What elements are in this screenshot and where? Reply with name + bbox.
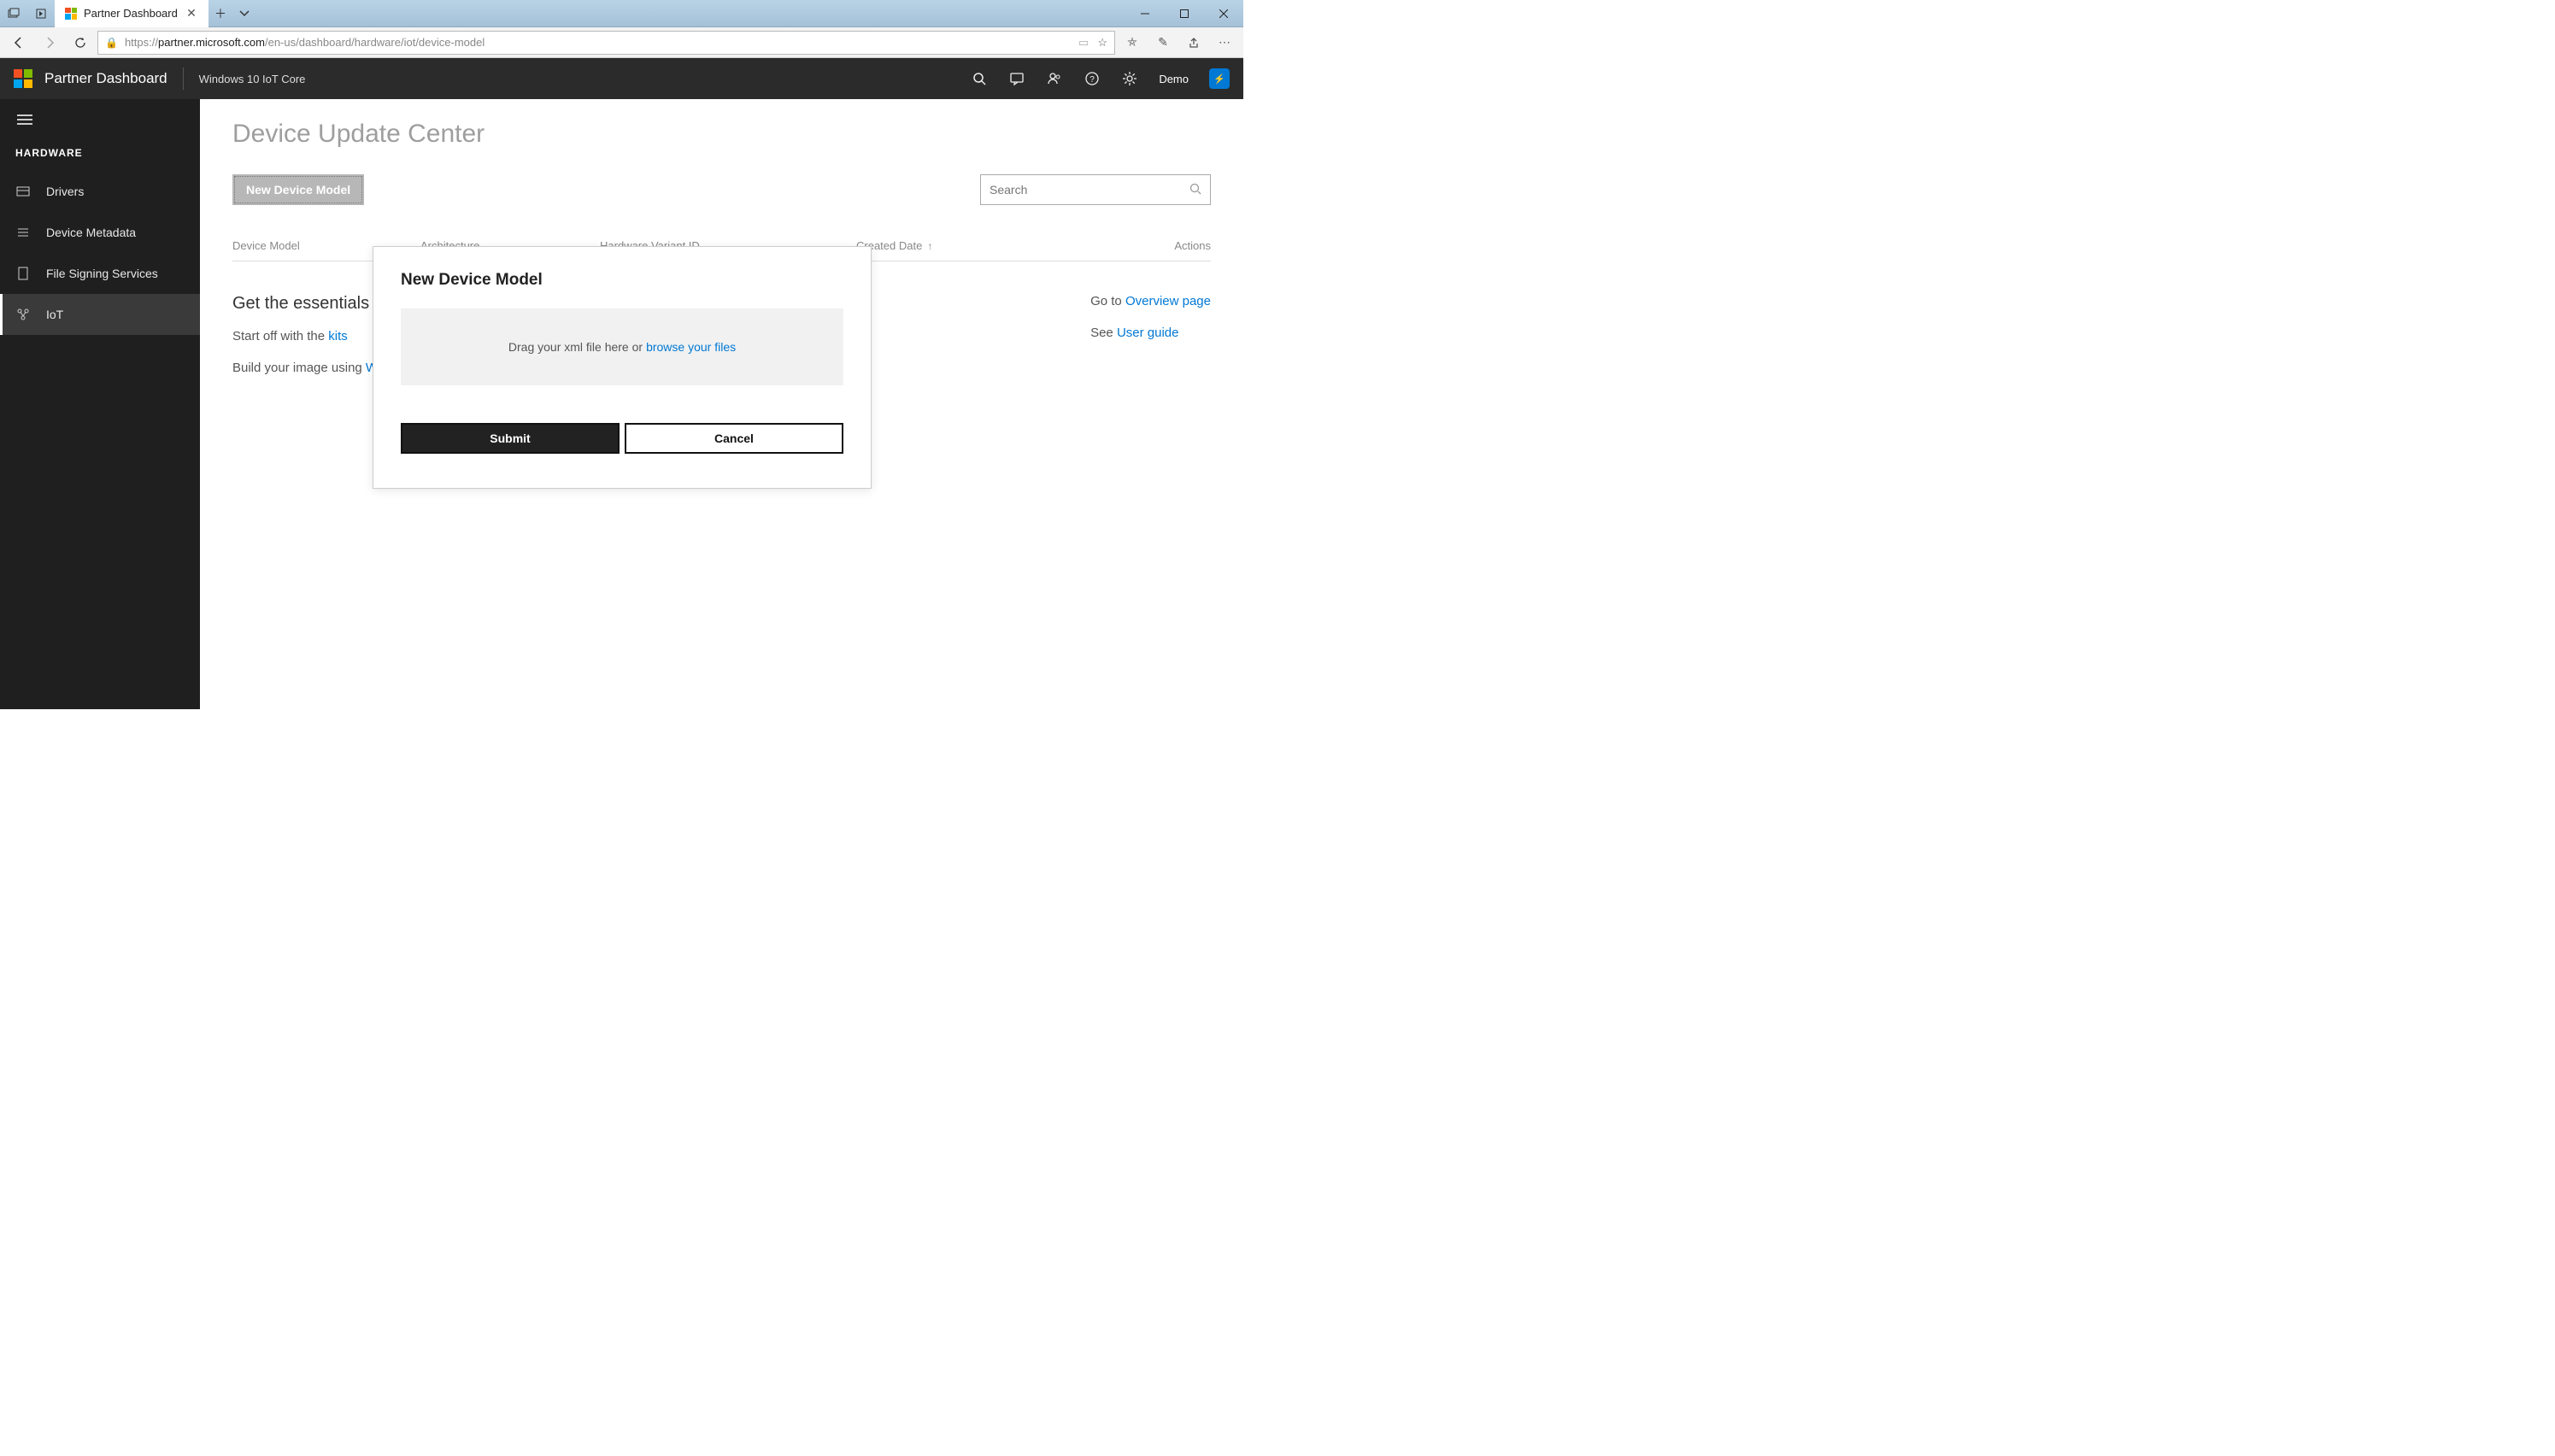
maximize-button[interactable]: [1165, 0, 1204, 27]
svg-text:?: ?: [1090, 75, 1095, 85]
new-tab-button[interactable]: ＋: [209, 2, 232, 26]
search-icon[interactable]: [971, 70, 988, 87]
sidebar-section-title: HARDWARE: [0, 140, 200, 171]
submit-button[interactable]: Submit: [401, 423, 620, 454]
sidebar-item-device-metadata[interactable]: Device Metadata: [0, 212, 200, 253]
minimize-button[interactable]: [1125, 0, 1165, 27]
close-window-button[interactable]: [1204, 0, 1243, 27]
header-divider: [183, 68, 184, 90]
notes-icon[interactable]: ✎: [1149, 29, 1177, 56]
tab-close-icon[interactable]: ✕: [185, 6, 198, 21]
tab-title: Partner Dashboard: [84, 7, 178, 20]
browser-tab[interactable]: Partner Dashboard ✕: [55, 0, 209, 27]
sidebar-item-file-signing[interactable]: File Signing Services: [0, 253, 200, 294]
avatar[interactable]: ⚡: [1209, 68, 1230, 89]
browse-files-link[interactable]: browse your files: [646, 340, 736, 354]
hamburger-button[interactable]: [0, 99, 200, 140]
file-icon: [15, 266, 31, 281]
dropzone-text: Drag your xml file here or: [508, 340, 643, 354]
cancel-button[interactable]: Cancel: [625, 423, 843, 454]
search-icon[interactable]: [1189, 183, 1201, 197]
brand-title: Partner Dashboard: [44, 70, 167, 87]
url-input[interactable]: 🔒 https://partner.microsoft.com/en-us/da…: [97, 31, 1115, 55]
help-icon[interactable]: ?: [1084, 70, 1101, 87]
essentials-heading: Get the essentials: [232, 294, 378, 314]
sidebar-item-label: File Signing Services: [46, 267, 158, 280]
set-aside-tabs-icon[interactable]: [27, 0, 55, 27]
user-name[interactable]: Demo: [1159, 73, 1189, 85]
th-actions[interactable]: Actions: [1070, 239, 1211, 252]
sidebar: HARDWARE Drivers Device Metadata File Si…: [0, 99, 200, 709]
url-host: partner.microsoft.com: [158, 36, 265, 49]
userguide-line: See User guide: [1090, 326, 1211, 340]
tab-list-button[interactable]: [232, 2, 256, 26]
search-box[interactable]: [980, 174, 1211, 205]
url-path: /en-us/dashboard/hardware/iot/device-mod…: [265, 36, 485, 49]
lock-icon: 🔒: [105, 37, 118, 49]
refresh-button[interactable]: [67, 29, 94, 56]
url-scheme: https://: [125, 36, 158, 49]
browser-addressbar: 🔒 https://partner.microsoft.com/en-us/da…: [0, 27, 1243, 58]
microsoft-logo-icon: [65, 8, 77, 20]
back-button[interactable]: [5, 29, 32, 56]
search-input[interactable]: [990, 183, 1189, 197]
browser-titlebar: Partner Dashboard ✕ ＋: [0, 0, 1243, 27]
share-icon[interactable]: [1180, 29, 1207, 56]
sidebar-item-iot[interactable]: IoT: [0, 294, 200, 335]
sidebar-item-label: Device Metadata: [46, 226, 136, 239]
app-header: Partner Dashboard Windows 10 IoT Core ? …: [0, 58, 1243, 99]
th-created-date[interactable]: Created Date↑: [856, 239, 1070, 252]
metadata-icon: [15, 225, 31, 240]
kits-link[interactable]: kits: [328, 329, 348, 343]
people-icon[interactable]: [1046, 70, 1063, 87]
sidebar-item-label: Drivers: [46, 185, 84, 198]
overview-line: Go to Overview page: [1090, 294, 1211, 308]
sort-asc-icon: ↑: [927, 240, 932, 252]
essentials-line1: Start off with the kits: [232, 329, 378, 343]
favorite-star-icon[interactable]: ☆: [1097, 36, 1107, 50]
new-device-model-button[interactable]: New Device Model: [232, 174, 364, 205]
modal-title: New Device Model: [401, 271, 843, 290]
chat-icon[interactable]: [1008, 70, 1025, 87]
new-device-model-dialog: New Device Model Drag your xml file here…: [373, 246, 872, 489]
more-icon[interactable]: ⋯: [1211, 29, 1238, 56]
user-guide-link[interactable]: User guide: [1117, 326, 1179, 340]
tab-preview-icon[interactable]: [0, 0, 27, 27]
main-content: Device Update Center New Device Model De…: [200, 99, 1243, 709]
iot-icon: [15, 307, 31, 322]
essentials-line2: Build your image using W: [232, 361, 378, 375]
sidebar-item-drivers[interactable]: Drivers: [0, 171, 200, 212]
forward-button[interactable]: [36, 29, 63, 56]
header-subtitle: Windows 10 IoT Core: [199, 73, 306, 85]
overview-page-link[interactable]: Overview page: [1125, 294, 1211, 308]
sidebar-item-label: IoT: [46, 308, 63, 321]
action-row: New Device Model: [232, 174, 1211, 205]
drivers-icon: [15, 184, 31, 199]
reading-view-icon[interactable]: ▭: [1078, 36, 1089, 50]
hamburger-icon: [17, 114, 32, 125]
favorites-hub-icon[interactable]: ⛤: [1119, 29, 1146, 56]
page-title: Device Update Center: [232, 120, 1211, 149]
file-dropzone[interactable]: Drag your xml file here or browse your f…: [401, 308, 843, 385]
gear-icon[interactable]: [1121, 70, 1138, 87]
microsoft-logo-icon: [14, 69, 32, 88]
